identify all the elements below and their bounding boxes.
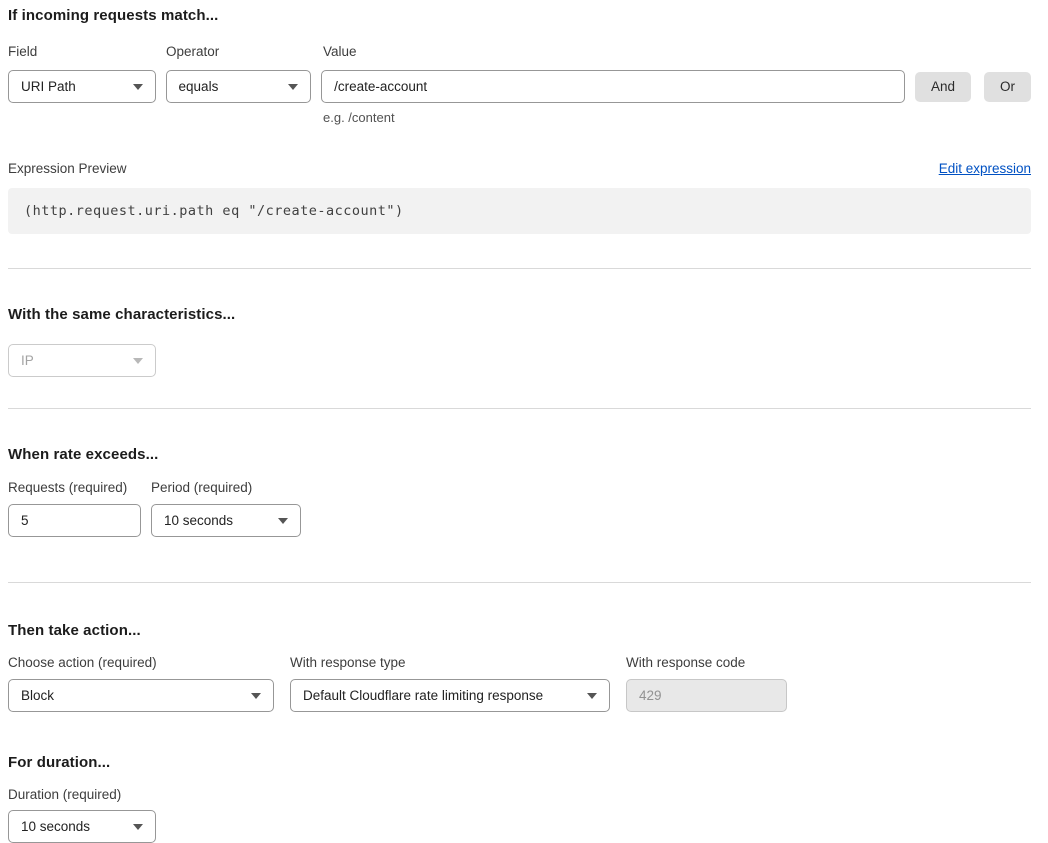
section-divider	[8, 268, 1031, 269]
section-incoming-requests-match: If incoming requests match... Field Oper…	[8, 7, 1031, 234]
duration-select-value: 10 seconds	[21, 819, 90, 834]
chevron-down-icon	[133, 84, 143, 90]
choose-action-select[interactable]: Block	[8, 679, 274, 712]
section-divider	[8, 582, 1031, 583]
operator-label: Operator	[166, 44, 323, 59]
chevron-down-icon	[587, 693, 597, 699]
period-select[interactable]: 10 seconds	[151, 504, 301, 537]
value-label: Value	[323, 44, 357, 59]
response-code-input	[626, 679, 787, 712]
section-heading-duration: For duration...	[8, 754, 1031, 771]
period-label: Period (required)	[151, 480, 252, 495]
requests-input[interactable]	[8, 504, 141, 537]
chevron-down-icon	[288, 84, 298, 90]
and-button[interactable]: And	[915, 72, 971, 102]
operator-select-value: equals	[179, 79, 219, 94]
field-label: Field	[8, 44, 166, 59]
chevron-down-icon	[133, 824, 143, 830]
period-select-value: 10 seconds	[164, 513, 233, 528]
section-divider	[8, 408, 1031, 409]
response-type-label: With response type	[290, 655, 626, 670]
edit-expression-link[interactable]: Edit expression	[939, 161, 1031, 176]
chevron-down-icon	[251, 693, 261, 699]
value-helper-text: e.g. /content	[323, 110, 1031, 125]
field-select-value: URI Path	[21, 79, 76, 94]
section-heading-characteristics: With the same characteristics...	[8, 306, 1031, 323]
section-same-characteristics: With the same characteristics... IP	[8, 306, 1031, 377]
chevron-down-icon	[133, 358, 143, 364]
section-take-action: Then take action... Choose action (requi…	[8, 622, 1031, 712]
expression-preview-label: Expression Preview	[8, 161, 127, 176]
response-code-label: With response code	[626, 655, 745, 670]
characteristic-select: IP	[8, 344, 156, 377]
duration-select[interactable]: 10 seconds	[8, 810, 156, 843]
choose-action-select-value: Block	[21, 688, 54, 703]
characteristic-select-value: IP	[21, 353, 34, 368]
section-heading-rate: When rate exceeds...	[8, 446, 1031, 463]
response-type-select-value: Default Cloudflare rate limiting respons…	[303, 688, 543, 703]
section-heading-match: If incoming requests match...	[8, 7, 1031, 24]
operator-select[interactable]: equals	[166, 70, 312, 103]
choose-action-label: Choose action (required)	[8, 655, 290, 670]
requests-label: Requests (required)	[8, 480, 151, 495]
expression-preview-code: (http.request.uri.path eq "/create-accou…	[8, 188, 1031, 234]
response-type-select[interactable]: Default Cloudflare rate limiting respons…	[290, 679, 610, 712]
section-heading-action: Then take action...	[8, 622, 1031, 639]
chevron-down-icon	[278, 518, 288, 524]
section-rate-exceeds: When rate exceeds... Requests (required)…	[8, 446, 1031, 537]
duration-label: Duration (required)	[8, 787, 1031, 802]
field-select[interactable]: URI Path	[8, 70, 156, 103]
or-button[interactable]: Or	[984, 72, 1031, 102]
value-input[interactable]	[321, 70, 905, 103]
section-for-duration: For duration... Duration (required) 10 s…	[8, 754, 1031, 843]
